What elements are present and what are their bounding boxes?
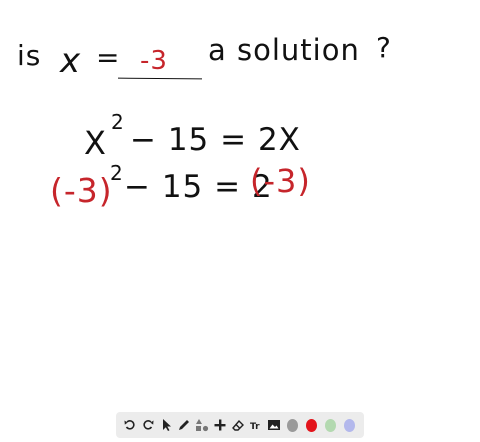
- drawing-toolbar: Tr: [116, 412, 364, 438]
- question-prefix: is: [17, 39, 42, 72]
- redo-icon[interactable]: [140, 416, 156, 435]
- color-swatch-red[interactable]: [306, 418, 318, 432]
- color-swatch-lavender[interactable]: [344, 418, 355, 432]
- image-icon[interactable]: [266, 416, 282, 435]
- undo-icon[interactable]: [122, 416, 138, 435]
- substituted-exponent: 2: [110, 161, 124, 185]
- question-mark: ?: [376, 31, 392, 64]
- eraser-icon[interactable]: [230, 416, 246, 435]
- color-swatch-gray[interactable]: [287, 418, 299, 432]
- equation-rest: − 15 = 2X: [130, 122, 301, 158]
- question-value: -3: [140, 46, 168, 76]
- add-icon[interactable]: [212, 416, 228, 435]
- text-icon[interactable]: Tr: [248, 416, 264, 435]
- pen-icon[interactable]: [176, 416, 192, 435]
- substituted-base: (-3): [50, 171, 113, 210]
- substituted-rhs: (-3): [250, 162, 311, 200]
- question-variable: x: [60, 41, 82, 81]
- question-equals: =: [96, 41, 121, 74]
- color-swatch-green[interactable]: [325, 418, 336, 432]
- select-icon[interactable]: [158, 416, 174, 435]
- shapes-icon[interactable]: [194, 416, 210, 435]
- svg-text:Tr: Tr: [250, 422, 260, 432]
- question-suffix: a solution: [208, 33, 360, 67]
- equation-variable: X: [84, 124, 107, 162]
- answer-blank-line: [117, 77, 203, 80]
- equation-exponent: 2: [111, 110, 125, 134]
- whiteboard-canvas[interactable]: is x = -3 a solution ? X 2 − 15 = 2X (-3…: [0, 0, 480, 442]
